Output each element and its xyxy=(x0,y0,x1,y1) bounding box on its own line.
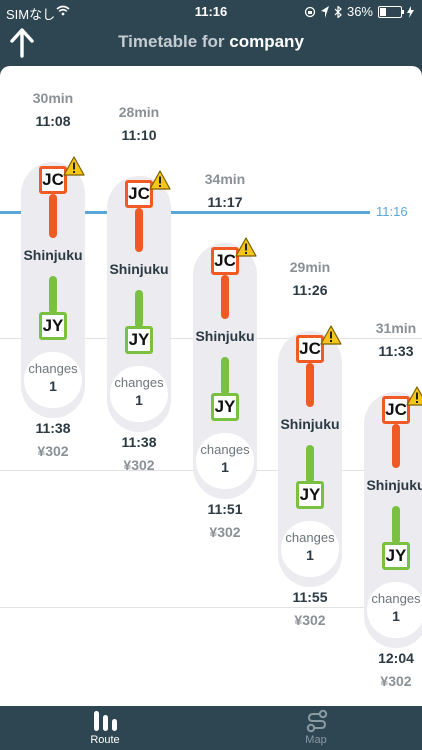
route-arrival-time: 11:38 xyxy=(121,434,157,450)
route-departure-time: 11:08 xyxy=(35,113,71,129)
route-fare: ¥302 xyxy=(123,457,155,473)
route-departure-time: 11:33 xyxy=(378,343,414,359)
charging-icon xyxy=(407,5,414,18)
line-badge-jy: JY xyxy=(211,393,239,421)
line-badge-jy: JY xyxy=(125,326,153,354)
bluetooth-icon xyxy=(334,5,342,18)
line-segment-jy xyxy=(135,290,143,328)
route-icon xyxy=(94,711,117,731)
grid-line xyxy=(0,607,422,608)
transfer-station: Shinjuku xyxy=(23,247,83,263)
transfer-station: Shinjuku xyxy=(366,477,422,493)
changes-count-box: changes 1 xyxy=(367,582,422,638)
route-fare: ¥302 xyxy=(209,524,241,540)
tab-route-label: Route xyxy=(90,734,120,746)
route-arrival-time: 11:55 xyxy=(292,589,328,605)
changes-value: 1 xyxy=(306,547,314,563)
route-fare: ¥302 xyxy=(380,673,412,689)
route-duration: 31min xyxy=(375,320,417,336)
changes-label: changes xyxy=(114,375,164,390)
tab-route[interactable]: Route xyxy=(50,706,160,750)
tab-map-label: Map xyxy=(305,734,327,746)
warning-icon[interactable] xyxy=(320,325,342,345)
line-segment-jc xyxy=(392,424,400,468)
route-duration: 28min xyxy=(118,104,160,120)
line-badge-jy: JY xyxy=(39,312,67,340)
warning-icon[interactable] xyxy=(149,170,171,190)
transfer-station: Shinjuku xyxy=(195,328,255,344)
line-segment-jc xyxy=(135,208,143,252)
line-segment-jy xyxy=(221,357,229,395)
battery-percent: 36% xyxy=(346,4,373,19)
route-duration: 34min xyxy=(204,171,246,187)
route-departure-time: 11:26 xyxy=(292,282,328,298)
changes-value: 1 xyxy=(49,378,57,394)
route-duration: 30min xyxy=(32,90,74,106)
tab-map[interactable]: Map xyxy=(261,706,371,750)
transfer-station: Shinjuku xyxy=(109,261,169,277)
changes-label: changes xyxy=(28,361,78,376)
current-time-label: 11:16 xyxy=(376,204,408,219)
changes-label: changes xyxy=(285,530,335,545)
warning-icon[interactable] xyxy=(63,156,85,176)
changes-value: 1 xyxy=(135,392,143,408)
location-icon xyxy=(320,5,329,18)
changes-count-box: changes 1 xyxy=(24,352,82,408)
transfer-station: Shinjuku xyxy=(280,416,340,432)
navigation-bar: Timetable for company xyxy=(0,22,422,66)
line-segment-jy xyxy=(49,276,57,314)
status-bar: SIMなし 11:16 36% xyxy=(0,0,422,22)
route-arrival-time: 12:04 xyxy=(378,650,414,666)
changes-label: changes xyxy=(371,591,421,606)
title-prefix: Timetable for xyxy=(118,32,225,51)
route-fare: ¥302 xyxy=(294,612,326,628)
line-segment-jc xyxy=(306,363,314,407)
title-destination: company xyxy=(229,32,304,51)
line-segment-jc xyxy=(221,275,229,319)
orientation-lock-icon xyxy=(304,6,316,17)
changes-value: 1 xyxy=(221,459,229,475)
route-arrival-time: 11:38 xyxy=(35,420,71,436)
changes-count-box: changes 1 xyxy=(196,433,254,489)
changes-value: 1 xyxy=(392,608,400,624)
line-badge-jy: JY xyxy=(296,481,324,509)
tab-bar: Route Map xyxy=(0,706,422,750)
changes-label: changes xyxy=(200,442,250,457)
line-segment-jy xyxy=(392,506,400,544)
route-departure-time: 11:10 xyxy=(121,127,157,143)
line-badge-jy: JY xyxy=(382,542,410,570)
line-segment-jy xyxy=(306,445,314,483)
page-title: Timetable for company xyxy=(0,32,422,52)
changes-count-box: changes 1 xyxy=(110,366,168,422)
changes-count-box: changes 1 xyxy=(281,521,339,577)
map-route-icon xyxy=(306,709,328,733)
timetable[interactable]: 11:16 30min 11:08 JC Shinjuku JY changes 1 11:3… xyxy=(0,66,422,706)
warning-icon[interactable] xyxy=(235,237,257,257)
route-duration: 29min xyxy=(289,259,331,275)
line-segment-jc xyxy=(49,194,57,238)
warning-icon[interactable] xyxy=(406,386,422,406)
route-arrival-time: 11:51 xyxy=(207,501,243,517)
battery-icon xyxy=(378,5,404,18)
route-departure-time: 11:17 xyxy=(207,194,243,210)
route-fare: ¥302 xyxy=(37,443,69,459)
